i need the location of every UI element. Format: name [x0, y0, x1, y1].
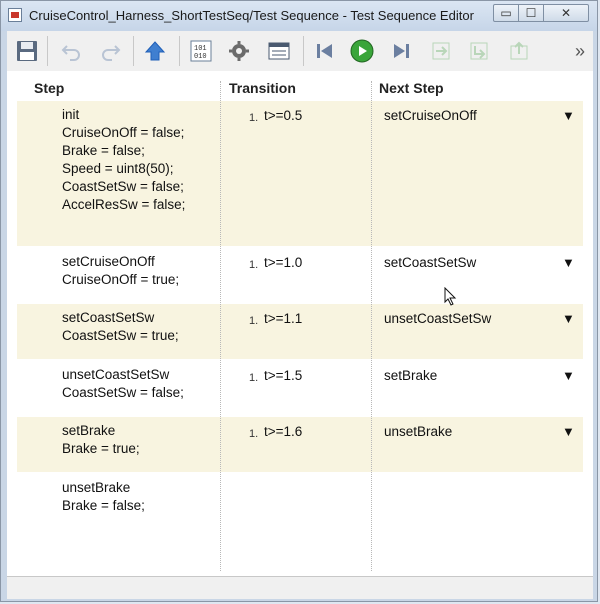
dropdown-arrow-icon[interactable]: ▼ [562, 311, 575, 326]
next-step-select[interactable]: setBrake [384, 368, 437, 383]
mouse-cursor-icon [444, 287, 457, 306]
close-button[interactable]: ✕ [543, 4, 589, 22]
column-divider [220, 81, 221, 571]
step-table: Step Transition Next Step init CruiseOnO… [7, 71, 593, 576]
run-icon[interactable] [350, 39, 374, 63]
app-icon [8, 8, 22, 22]
dropdown-arrow-icon[interactable]: ▼ [562, 368, 575, 383]
transition-column-header: Transition [229, 80, 296, 96]
svg-text:101: 101 [194, 45, 207, 53]
next-step-select[interactable]: setCoastSetSw [384, 255, 476, 270]
transition-number: 1. [249, 372, 259, 384]
table-row[interactable]: setCoastSetSw CoastSetSw = true; 1. t>=1… [17, 304, 583, 359]
dropdown-arrow-icon[interactable]: ▼ [562, 108, 575, 123]
binary-data-icon[interactable]: 101 010 [189, 39, 213, 63]
test-sequence-editor-window: CruiseControl_Harness_ShortTestSeq/Test … [0, 0, 598, 602]
table-row[interactable]: unsetCoastSetSw CoastSetSw = false; 1. t… [17, 361, 583, 415]
step-forward-icon[interactable] [389, 39, 413, 63]
redo-icon[interactable] [99, 39, 123, 63]
save-icon[interactable] [15, 39, 39, 63]
toolbar-separator [179, 36, 180, 66]
transition-number: 1. [249, 259, 259, 271]
step-content[interactable]: setCruiseOnOff CruiseOnOff = true; [62, 253, 179, 289]
transition-number: 1. [249, 428, 259, 440]
status-bar [7, 576, 593, 599]
up-arrow-icon[interactable] [143, 39, 167, 63]
settings-gear-icon[interactable] [227, 39, 251, 63]
transition-condition[interactable]: t>=1.5 [264, 368, 302, 383]
column-divider [371, 81, 372, 571]
step-back-icon[interactable] [313, 39, 337, 63]
toolbar: 101 010 » [7, 31, 593, 72]
toolbar-separator [133, 36, 134, 66]
svg-text:010: 010 [194, 53, 207, 61]
window-title: CruiseControl_Harness_ShortTestSeq/Test … [29, 8, 474, 23]
transition-condition[interactable]: t>=1.0 [264, 255, 302, 270]
transition-number: 1. [249, 315, 259, 327]
add-step-icon[interactable] [429, 39, 453, 63]
table-row[interactable]: setCruiseOnOff CruiseOnOff = true; 1. t>… [17, 248, 583, 302]
table-row[interactable]: setBrake Brake = true; 1. t>=1.6 unsetBr… [17, 417, 583, 472]
dropdown-arrow-icon[interactable]: ▼ [562, 255, 575, 270]
next-step-select[interactable]: unsetCoastSetSw [384, 311, 491, 326]
title-bar[interactable]: CruiseControl_Harness_ShortTestSeq/Test … [1, 1, 597, 31]
next-step-column-header: Next Step [379, 80, 444, 96]
add-child-step-icon[interactable] [467, 39, 491, 63]
step-content[interactable]: unsetCoastSetSw CoastSetSw = false; [62, 366, 184, 402]
step-content[interactable]: init CruiseOnOff = false; Brake = false;… [62, 106, 185, 214]
next-step-select[interactable]: setCruiseOnOff [384, 108, 477, 123]
step-content[interactable]: unsetBrake Brake = false; [62, 479, 145, 515]
dropdown-arrow-icon[interactable]: ▼ [562, 424, 575, 439]
next-step-select[interactable]: unsetBrake [384, 424, 452, 439]
transition-number: 1. [249, 112, 259, 124]
table-row[interactable]: unsetBrake Brake = false; [17, 474, 583, 528]
maximize-button[interactable]: ☐ [518, 4, 544, 22]
transition-condition[interactable]: t>=0.5 [264, 108, 302, 123]
toolbar-separator [47, 36, 48, 66]
toolbar-overflow-button[interactable]: » [568, 39, 592, 63]
table-row[interactable]: init CruiseOnOff = false; Brake = false;… [17, 101, 583, 246]
symbols-icon[interactable] [267, 39, 291, 63]
step-content[interactable]: setCoastSetSw CoastSetSw = true; [62, 309, 179, 345]
step-content[interactable]: setBrake Brake = true; [62, 422, 140, 458]
toolbar-separator [303, 36, 304, 66]
step-column-header: Step [34, 80, 65, 96]
transition-condition[interactable]: t>=1.1 [264, 311, 302, 326]
undo-icon[interactable] [59, 39, 83, 63]
transition-condition[interactable]: t>=1.6 [264, 424, 302, 439]
add-transition-icon[interactable] [507, 39, 531, 63]
minimize-button[interactable]: ▭ [493, 4, 519, 22]
